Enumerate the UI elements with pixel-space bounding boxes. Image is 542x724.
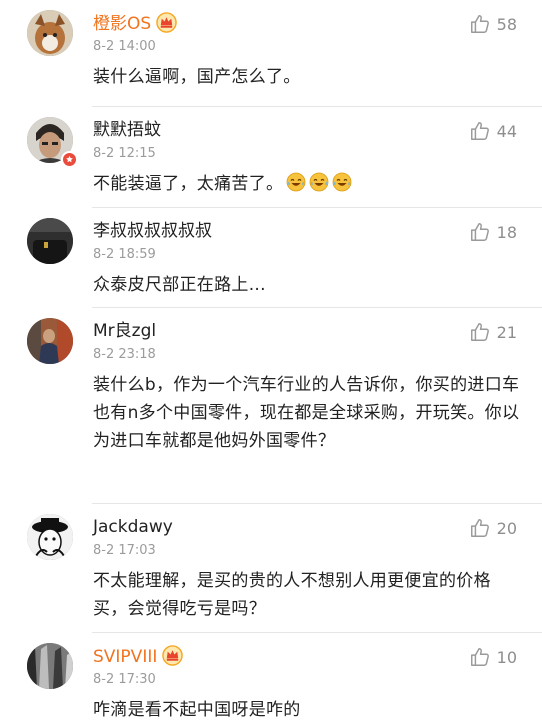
- comment-text: 装什么逼啊，国产怎么了。: [93, 67, 301, 87]
- like-count: 20: [496, 518, 517, 538]
- like-button[interactable]: 44: [469, 120, 517, 142]
- avatar[interactable]: [27, 218, 73, 264]
- avatar[interactable]: [27, 514, 73, 560]
- timestamp: 8-2 18:59: [93, 247, 156, 262]
- timestamp: 8-2 17:03: [93, 543, 156, 558]
- comment-item: 默默捂蚊 8-2 12:15 44 不能装逼了，太痛苦了。: [0, 107, 542, 207]
- username[interactable]: SVIPVIII: [93, 645, 184, 668]
- verified-badge-icon: [61, 151, 78, 168]
- like-button[interactable]: 18: [469, 221, 517, 243]
- thumbs-up-icon: [470, 122, 489, 140]
- comment-text: 装什么b，作为一个汽车行业的人告诉你，你买的进口车也有n多个中国零件，现在都是全…: [93, 375, 520, 451]
- timestamp: 8-2 14:00: [93, 39, 156, 54]
- comment-item: Jackdawy 8-2 17:03 20 不太能理解，是买的贵的人不想别人用更…: [0, 504, 542, 632]
- like-button[interactable]: 21: [469, 321, 517, 343]
- username[interactable]: 橙影OS: [93, 12, 177, 35]
- comment-text: 咋滴是看不起中国呀是咋的: [93, 700, 301, 720]
- username[interactable]: 默默捂蚊: [93, 119, 161, 141]
- comment-item: SVIPVIII 8-2 17:30 10 咋滴是看不起中国呀是咋的: [0, 633, 542, 724]
- thumbs-up-icon: [470, 323, 489, 341]
- comment-text: 众泰皮尺部正在路上...: [93, 275, 266, 295]
- comment-text: 不太能理解，是买的贵的人不想别人用更便宜的价格买，会觉得吃亏是吗？: [93, 571, 491, 619]
- like-button[interactable]: 58: [469, 13, 517, 35]
- comment-item: 橙影OS 8-2 14:00 58 装什么逼啊，国产怎么了。: [0, 0, 542, 106]
- crown-icon: [156, 12, 177, 33]
- like-count: 18: [496, 222, 517, 242]
- avatar[interactable]: [27, 318, 73, 364]
- laugh-cry-emoji: [286, 172, 306, 192]
- thumbs-up-icon: [470, 15, 489, 33]
- laugh-cry-emoji: [309, 172, 329, 192]
- username[interactable]: 李叔叔叔叔叔叔: [93, 220, 212, 242]
- thumbs-up-icon: [470, 519, 489, 537]
- laugh-cry-emoji: [332, 172, 352, 192]
- timestamp: 8-2 17:30: [93, 672, 156, 687]
- thumbs-up-icon: [470, 223, 489, 241]
- username[interactable]: Mr良zgl: [93, 320, 156, 342]
- comment-list: 橙影OS 8-2 14:00 58 装什么逼啊，国产怎么了。 默默捂蚊 8-2 …: [0, 0, 542, 724]
- like-button[interactable]: 20: [469, 517, 517, 539]
- avatar[interactable]: [27, 10, 73, 56]
- like-count: 58: [496, 14, 517, 34]
- like-button[interactable]: 10: [469, 646, 517, 668]
- comment-item: Mr良zgl 8-2 23:18 21 装什么b，作为一个汽车行业的人告诉你，你…: [0, 308, 542, 503]
- like-count: 44: [496, 121, 517, 141]
- like-count: 21: [496, 322, 517, 342]
- comment-item: 李叔叔叔叔叔叔 8-2 18:59 18 众泰皮尺部正在路上...: [0, 208, 542, 307]
- thumbs-up-icon: [470, 648, 489, 666]
- username[interactable]: Jackdawy: [93, 516, 173, 538]
- crown-icon: [162, 645, 184, 666]
- timestamp: 8-2 12:15: [93, 146, 156, 161]
- comment-text: 不能装逼了，太痛苦了。: [93, 170, 523, 198]
- like-count: 10: [496, 647, 517, 667]
- timestamp: 8-2 23:18: [93, 347, 156, 362]
- avatar[interactable]: [27, 643, 73, 689]
